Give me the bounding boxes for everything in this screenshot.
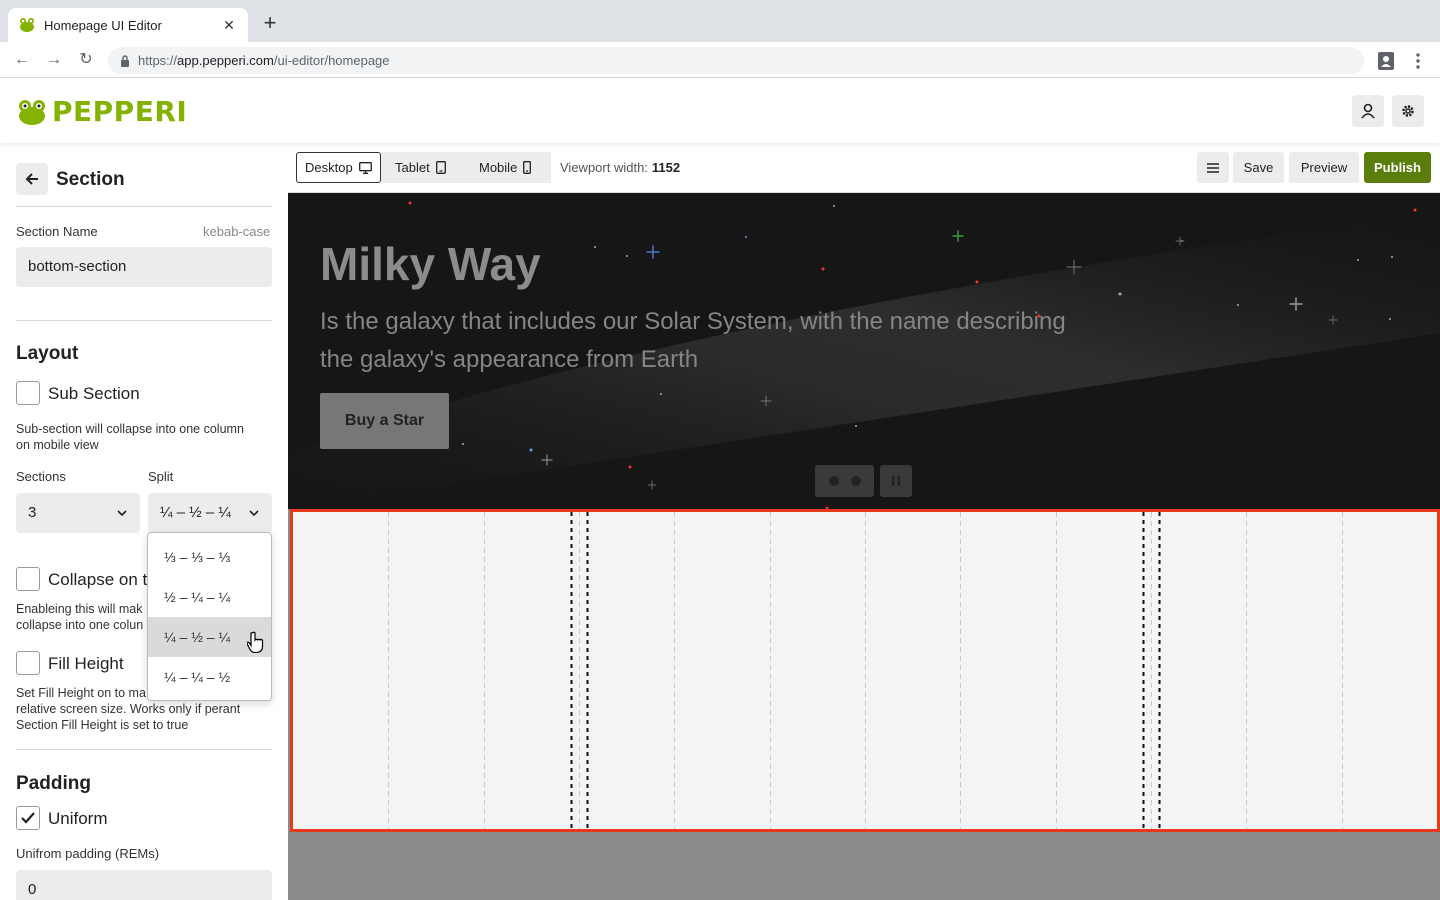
slider-controls bbox=[815, 465, 912, 497]
desktop-label: Desktop bbox=[305, 160, 353, 175]
uniform-padding-input[interactable]: 0 bbox=[16, 870, 272, 900]
section-name-hint: kebab-case bbox=[203, 224, 271, 239]
close-tab-icon[interactable]: ✕ bbox=[220, 17, 238, 34]
sections-label: Sections bbox=[16, 469, 66, 484]
split-select-value: ¼ – ½ – ¼ bbox=[160, 504, 231, 521]
arrow-left-icon bbox=[25, 173, 38, 185]
split-option[interactable]: ¼ – ¼ – ½ bbox=[148, 657, 271, 697]
selected-section[interactable] bbox=[290, 509, 1440, 832]
divider bbox=[16, 206, 272, 207]
fill-height-label: Fill Height bbox=[48, 654, 124, 673]
frog-favicon-icon bbox=[20, 18, 34, 32]
back-button[interactable] bbox=[16, 163, 48, 195]
url-host: app.pepperi.com bbox=[177, 53, 274, 68]
split-select[interactable]: ¼ – ½ – ¼ bbox=[148, 493, 272, 533]
tablet-view-button[interactable]: Tablet bbox=[381, 152, 461, 183]
collapse-checkbox[interactable] bbox=[16, 567, 40, 591]
phone-icon bbox=[523, 161, 532, 174]
fill-height-desc-2: relative screen size. Works only if pera… bbox=[16, 702, 241, 716]
profile-contact-icon[interactable] bbox=[1375, 50, 1397, 72]
frog-logo-icon bbox=[19, 99, 45, 125]
user-icon bbox=[1361, 103, 1375, 119]
split-option[interactable]: ⅓ – ⅓ – ⅓ bbox=[148, 537, 271, 577]
divider bbox=[16, 320, 272, 321]
logo-text: PEPPERI bbox=[52, 95, 188, 128]
browser-toolbar: ← → ↻ https://app.pepperi.com/ui-editor/… bbox=[0, 42, 1440, 78]
back-icon[interactable]: ← bbox=[10, 48, 34, 72]
url-scheme: https:// bbox=[138, 53, 178, 68]
layout-heading: Layout bbox=[16, 343, 79, 364]
split-option[interactable]: ½ – ¼ – ¼ bbox=[148, 577, 271, 617]
uniform-padding-label: Unifrom padding (REMs) bbox=[16, 846, 160, 861]
tab-title: Homepage UI Editor bbox=[44, 17, 162, 33]
hero-subtitle: Is the galaxy that includes our Solar Sy… bbox=[320, 308, 1066, 373]
browser-tabstrip: Homepage UI Editor ✕ + bbox=[0, 0, 1440, 42]
collapse-desc-1: Enableing this will mak bbox=[16, 602, 143, 616]
split-label: Split bbox=[148, 469, 174, 484]
publish-button[interactable]: Publish bbox=[1364, 152, 1431, 183]
lock-icon bbox=[121, 54, 129, 67]
address-bar[interactable]: https://app.pepperi.com/ui-editor/homepa… bbox=[108, 47, 1364, 74]
tablet-icon bbox=[435, 161, 446, 174]
editor-canvas: Milky Way Is the galaxy that includes ou… bbox=[288, 193, 1440, 900]
editor-toolbar: Desktop Tablet Mobile Viewport width: 115… bbox=[288, 145, 1440, 193]
slide-dots bbox=[815, 465, 874, 497]
fill-height-desc-1: Set Fill Height on to ma bbox=[16, 686, 146, 700]
mobile-view-button[interactable]: Mobile bbox=[461, 152, 551, 183]
chevron-down-icon bbox=[117, 510, 127, 517]
monitor-icon bbox=[358, 161, 372, 174]
section-name-input[interactable]: bottom-section bbox=[16, 247, 272, 287]
uniform-label: Uniform bbox=[48, 809, 108, 828]
chevron-down-icon bbox=[249, 510, 259, 517]
section-settings-panel: Section Section Name kebab-case bottom-s… bbox=[0, 145, 288, 900]
collapse-label: Collapse on t bbox=[48, 570, 148, 589]
settings-button[interactable] bbox=[1392, 95, 1424, 127]
section-column-grid bbox=[388, 512, 1343, 829]
checkmark-icon bbox=[21, 812, 35, 824]
uniform-checkbox[interactable] bbox=[16, 806, 40, 830]
url-path: /ui-editor/homepage bbox=[273, 53, 390, 68]
collapse-desc-2: collapse into one colun bbox=[16, 618, 144, 632]
tablet-label: Tablet bbox=[395, 160, 430, 175]
menu-button[interactable] bbox=[1197, 152, 1229, 183]
viewport-width: Viewport width: 1152 bbox=[560, 160, 680, 175]
pause-button[interactable] bbox=[880, 465, 912, 497]
hero-title: Milky Way bbox=[320, 238, 541, 290]
browser-tab[interactable]: Homepage UI Editor ✕ bbox=[8, 8, 248, 42]
section-name-label: Section Name bbox=[16, 224, 98, 239]
pause-icon bbox=[892, 476, 900, 486]
pepperi-logo: PEPPERI bbox=[16, 95, 187, 128]
fill-height-checkbox[interactable] bbox=[16, 651, 40, 675]
hamburger-menu-icon bbox=[1207, 162, 1219, 173]
kebab-menu-icon[interactable] bbox=[1407, 50, 1429, 72]
forward-icon[interactable]: → bbox=[42, 48, 66, 72]
slide-dot[interactable] bbox=[850, 476, 861, 486]
divider bbox=[16, 749, 272, 750]
sections-select-value: 3 bbox=[28, 504, 37, 521]
user-button[interactable] bbox=[1352, 95, 1384, 127]
panel-title: Section bbox=[56, 169, 125, 190]
sub-section-checkbox[interactable] bbox=[16, 381, 40, 405]
sections-select[interactable]: 3 bbox=[16, 493, 140, 533]
padding-heading: Padding bbox=[16, 773, 91, 794]
viewport-width-value: 1152 bbox=[651, 160, 681, 175]
sub-section-label: Sub Section bbox=[48, 384, 140, 403]
sub-section-desc-2: on mobile view bbox=[16, 438, 99, 452]
save-button[interactable]: Save bbox=[1233, 152, 1284, 183]
gear-icon bbox=[1402, 105, 1414, 117]
reload-icon[interactable]: ↻ bbox=[74, 48, 98, 72]
app-header: PEPPERI bbox=[0, 79, 1440, 143]
hero-section[interactable]: Milky Way Is the galaxy that includes ou… bbox=[288, 193, 1440, 509]
hand-cursor-icon bbox=[247, 631, 264, 653]
desktop-view-button[interactable]: Desktop bbox=[296, 152, 381, 183]
preview-button[interactable]: Preview bbox=[1289, 152, 1359, 183]
mobile-label: Mobile bbox=[479, 160, 518, 175]
slide-dot[interactable] bbox=[828, 476, 839, 486]
sub-section-desc-1: Sub-section will collapse into one colum… bbox=[16, 422, 244, 436]
fill-height-desc-3: Section Fill Height is set to true bbox=[16, 718, 189, 732]
new-tab-icon[interactable]: + bbox=[258, 12, 282, 36]
buy-a-star-button[interactable]: Buy a Star bbox=[320, 393, 449, 449]
split-dropdown-menu: ⅓ – ⅓ – ⅓ ½ – ¼ – ¼ ¼ – ½ – ¼ ¼ – ¼ – ½ bbox=[147, 532, 272, 701]
viewport-width-label: Viewport width: bbox=[560, 160, 648, 175]
